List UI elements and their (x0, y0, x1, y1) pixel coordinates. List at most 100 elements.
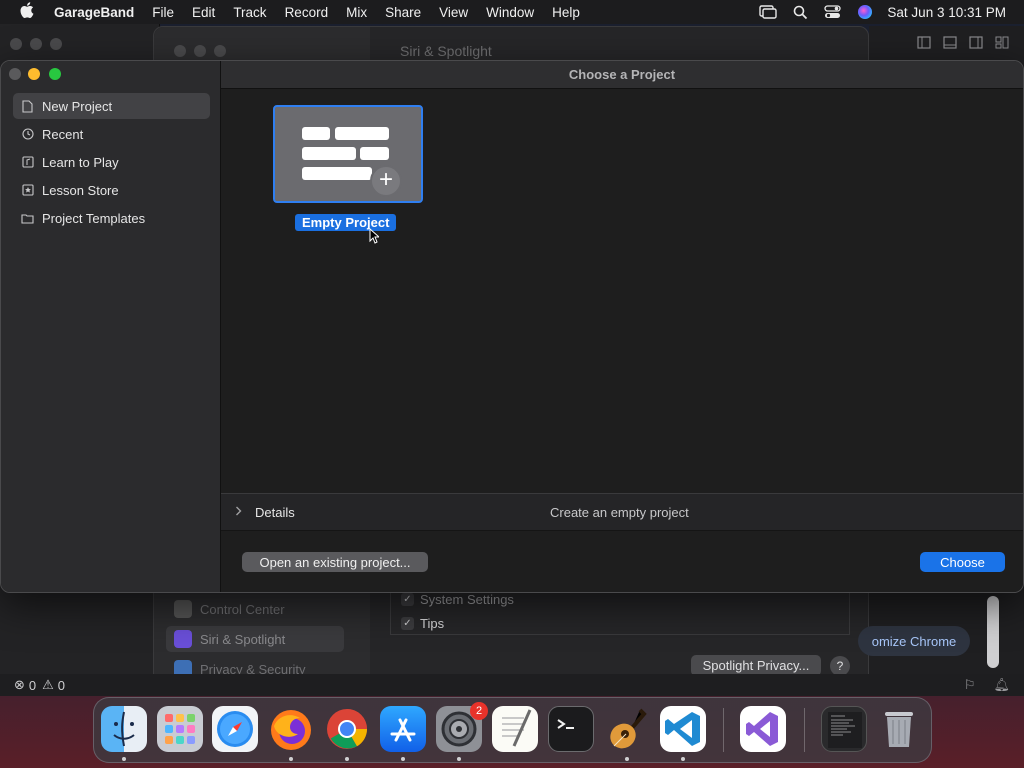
trash-icon[interactable] (876, 706, 922, 752)
settings-zoom-button[interactable] (214, 45, 226, 57)
help-button[interactable]: ? (830, 656, 850, 676)
sidebar-item-label: Recent (42, 126, 84, 142)
sidebar-item-project-templates[interactable]: Project Templates (13, 205, 210, 231)
open-existing-project-button[interactable]: Open an existing project... (242, 552, 428, 572)
plus-icon: + (370, 165, 402, 197)
error-icon: ⊗ (14, 677, 25, 692)
launchpad-icon[interactable] (157, 706, 203, 752)
tile-graphic (335, 127, 389, 140)
scrollbar-thumb[interactable] (987, 596, 999, 668)
music-icon (21, 156, 34, 169)
bg-window-zoom-button[interactable] (50, 38, 62, 50)
menu-bar: GarageBand File Edit Track Record Mix Sh… (0, 0, 1024, 24)
minimize-button[interactable] (28, 68, 40, 80)
menu-edit[interactable]: Edit (183, 5, 224, 20)
apple-menu-icon[interactable] (0, 2, 54, 22)
sidebar-item-learn-to-play[interactable]: Learn to Play (13, 149, 210, 175)
running-indicator (625, 757, 629, 761)
close-button[interactable] (9, 68, 21, 80)
warning-count[interactable]: 0 (58, 678, 65, 693)
project-sidebar: New Project Recent Learn to Play Lesson … (1, 61, 221, 592)
settings-window-title: Siri & Spotlight (400, 43, 492, 59)
feedback-icon[interactable]: ⚐ (964, 677, 976, 693)
settings-item-label: Siri & Spotlight (200, 631, 286, 647)
settings-item-label: Control Center (200, 601, 285, 617)
search-icon[interactable] (785, 5, 816, 20)
project-grid: + Empty Project (221, 89, 1023, 493)
textedit-icon[interactable] (492, 706, 538, 752)
choose-button[interactable]: Choose (920, 552, 1005, 572)
garageband-icon[interactable] (604, 706, 650, 752)
siri-icon[interactable] (849, 4, 881, 20)
safari-icon[interactable] (212, 706, 258, 752)
app-menu-garageband[interactable]: GarageBand (54, 5, 143, 20)
category-label: System Settings (420, 591, 514, 607)
menu-clock[interactable]: Sat Jun 3 10:31 PM (881, 5, 1024, 20)
notifications-bell-icon[interactable]: 🔔︎ (993, 677, 1010, 693)
screen-mirroring-icon[interactable] (751, 5, 785, 19)
menu-record[interactable]: Record (276, 5, 338, 20)
sidebar-item-recent[interactable]: Recent (13, 121, 210, 147)
menu-track[interactable]: Track (224, 5, 275, 20)
bg-window-close-button[interactable] (10, 38, 22, 50)
chevron-right-icon[interactable] (235, 506, 247, 519)
checkbox-checked-icon[interactable]: ✓ (401, 616, 414, 630)
control-center-icon (174, 600, 192, 618)
terminal-icon[interactable] (548, 706, 594, 752)
dock-separator (723, 708, 724, 752)
sidebar-item-label: New Project (42, 98, 113, 114)
siri-icon (174, 630, 192, 648)
running-indicator (289, 757, 293, 761)
vscode-icon[interactable] (660, 706, 706, 752)
sidebar-item-label: Project Templates (42, 210, 146, 226)
menu-file[interactable]: File (143, 5, 183, 20)
firefox-icon[interactable] (268, 706, 314, 752)
dock-separator (804, 708, 805, 752)
empty-project-label[interactable]: Empty Project (295, 214, 397, 231)
warning-icon: ⚠ (42, 677, 54, 692)
folder-icon (21, 212, 34, 225)
running-indicator (681, 757, 685, 761)
control-center-icon[interactable] (816, 5, 849, 19)
tile-graphic (302, 167, 372, 180)
settings-close-button[interactable] (174, 45, 186, 57)
notification-badge: 2 (470, 702, 488, 720)
running-indicator (122, 757, 126, 761)
sidebar-item-label: Lesson Store (42, 182, 119, 198)
chrome-icon[interactable] (324, 706, 370, 752)
empty-project-tile[interactable]: + (273, 105, 423, 203)
spotlight-categories-list: ✓ System Settings ✓ Tips (390, 587, 850, 635)
bg-window-minimize-button[interactable] (30, 38, 42, 50)
visual-studio-icon[interactable] (740, 706, 786, 752)
mouse-cursor-icon (369, 228, 379, 244)
menu-view[interactable]: View (430, 5, 477, 20)
menu-help[interactable]: Help (543, 5, 589, 20)
finder-icon[interactable] (101, 706, 147, 752)
details-disclosure[interactable]: Details Create an empty project (221, 493, 1023, 531)
dialog-title: Choose a Project (221, 61, 1023, 89)
editor-status-bar: ⊗ 0 ⚠ 0 ⚐ 🔔︎ (0, 674, 1024, 696)
settings-item-control-center[interactable]: Control Center (166, 596, 344, 622)
choose-project-dialog: New Project Recent Learn to Play Lesson … (0, 60, 1024, 593)
settings-item-siri-spotlight[interactable]: Siri & Spotlight (166, 626, 344, 652)
dock: 2 (93, 697, 932, 763)
spotlight-privacy-button[interactable]: Spotlight Privacy... (691, 655, 821, 676)
customize-chrome-button[interactable]: omize Chrome (858, 626, 970, 656)
window-layout-icons[interactable] (917, 36, 1017, 50)
dialog-footer: Open an existing project... Choose (221, 531, 1023, 592)
sidebar-item-new-project[interactable]: New Project (13, 93, 210, 119)
settings-minimize-button[interactable] (194, 45, 206, 57)
menu-window[interactable]: Window (477, 5, 543, 20)
preview-window-thumbnail-icon[interactable] (821, 706, 867, 752)
tile-graphic (302, 147, 356, 160)
zoom-button[interactable] (49, 68, 61, 80)
sidebar-item-label: Learn to Play (42, 154, 119, 170)
sidebar-item-lesson-store[interactable]: Lesson Store (13, 177, 210, 203)
checkbox-checked-icon[interactable]: ✓ (401, 592, 414, 606)
error-count[interactable]: 0 (29, 678, 36, 693)
menu-share[interactable]: Share (376, 5, 430, 20)
category-row-tips[interactable]: ✓ Tips (391, 611, 849, 635)
star-icon (21, 184, 34, 197)
app-store-icon[interactable] (380, 706, 426, 752)
menu-mix[interactable]: Mix (337, 5, 376, 20)
